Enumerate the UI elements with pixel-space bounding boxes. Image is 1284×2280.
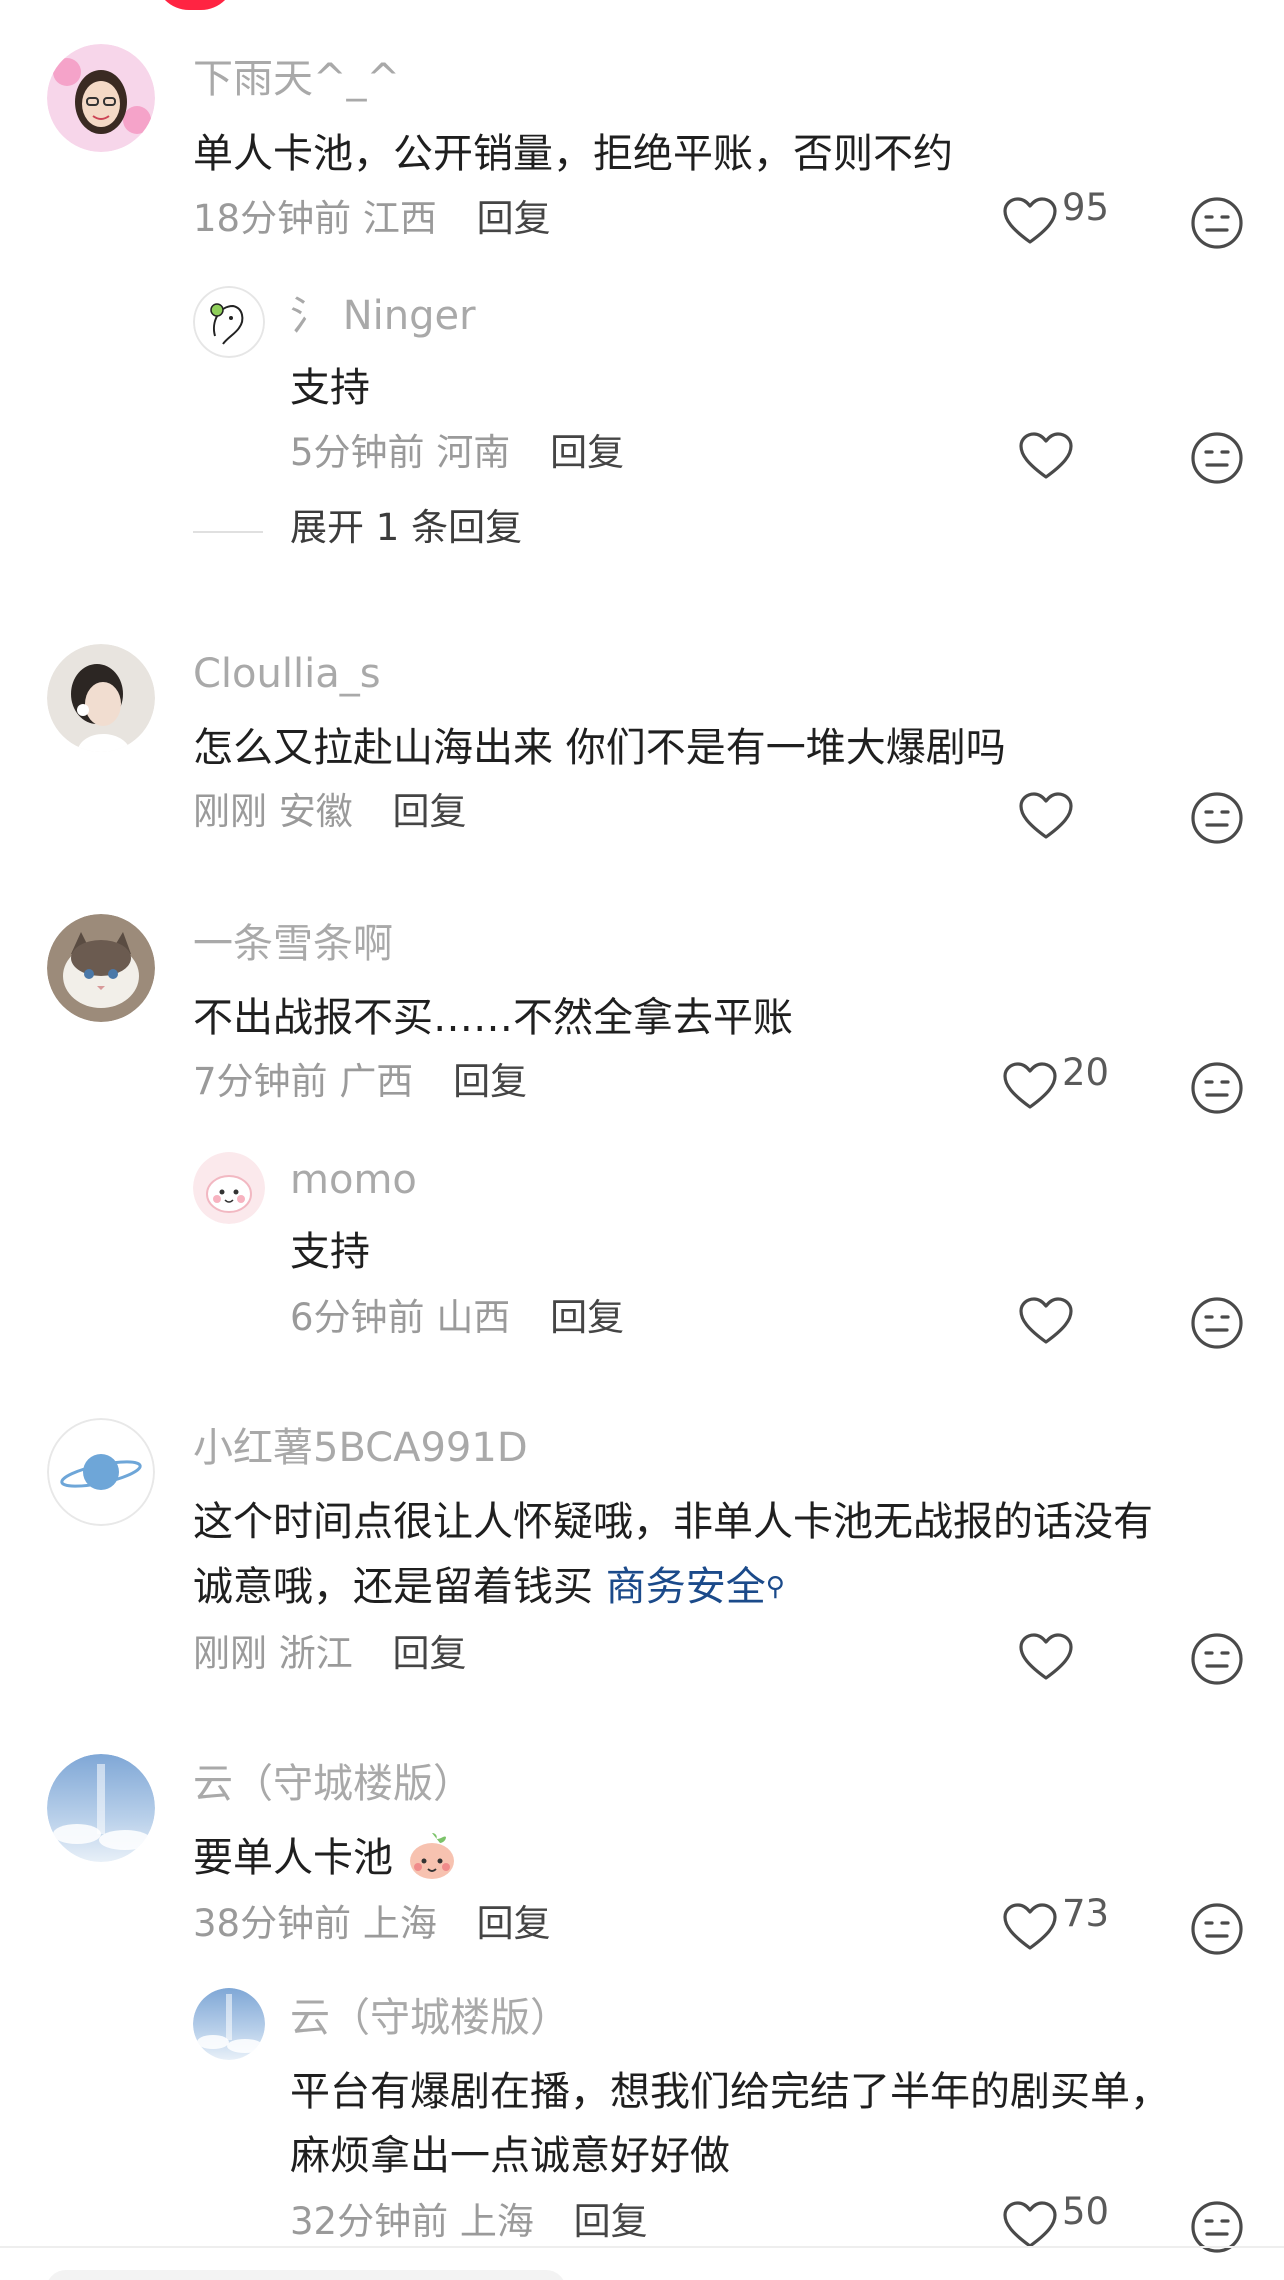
heart-icon	[1003, 2201, 1057, 2248]
comment-text: 怎么又拉赴山海出来 你们不是有一堆大爆剧吗	[193, 725, 1006, 771]
reply-location: 上海	[459, 2200, 534, 2243]
heart-icon	[1019, 1297, 1073, 1344]
reply-button[interactable]: 回复	[393, 1632, 467, 1675]
comment-location: 安徽	[278, 790, 353, 833]
reply-text: 支持	[290, 365, 370, 411]
bottom-bar-divider	[0, 2246, 1284, 2248]
heart-icon	[1019, 432, 1073, 479]
comment-text: 不出战报不买……不然全拿去平账	[193, 995, 793, 1041]
comment-text: 这个时间点很让人怀疑哦，非单人卡池无战报的话没有	[193, 1499, 1153, 1545]
comment-meta: 38分钟前 上海 回复	[193, 1900, 551, 1948]
reply-meta: 5分钟前 河南 回复	[290, 429, 624, 477]
comment-meta: 7分钟前 广西 回复	[193, 1058, 527, 1106]
comment-time: 刚刚	[193, 790, 267, 833]
avatar[interactable]	[47, 644, 155, 752]
like-button[interactable]	[1018, 431, 1074, 481]
neutral-face-icon[interactable]	[1190, 1296, 1244, 1350]
comment-location: 浙江	[278, 1632, 353, 1675]
reply-button[interactable]: 回复	[477, 1902, 551, 1945]
neutral-face-icon[interactable]	[1190, 1061, 1244, 1115]
comment-username[interactable]: 下雨天^_^	[193, 55, 400, 103]
like-count: 20	[1062, 1051, 1110, 1094]
like-button[interactable]: 73	[1002, 1894, 1109, 1952]
topic-link-label[interactable]: 商务安全	[606, 1564, 766, 1610]
avatar[interactable]	[47, 914, 155, 1022]
comment-text-line-2: 诚意哦，还是留着钱买 商务安全⚲	[193, 1555, 785, 1619]
comment-username[interactable]: 一条雪条啊	[193, 920, 393, 968]
reply-meta: 32分钟前 上海 回复	[290, 2198, 648, 2246]
comment-time: 7分钟前	[193, 1060, 328, 1103]
heart-icon	[1003, 1062, 1057, 1109]
like-button[interactable]: 20	[1002, 1053, 1109, 1111]
reply-time: 32分钟前	[290, 2200, 449, 2243]
neutral-face-icon[interactable]	[1190, 1902, 1244, 1956]
comment-text: 单人卡池，公开销量，拒绝平账，否则不约	[193, 131, 953, 177]
avatar[interactable]	[47, 44, 155, 152]
comment-list-page: 下雨天^_^ 单人卡池，公开销量，拒绝平账，否则不约 18分钟前 江西 回复 9…	[0, 0, 1284, 2280]
blush-emoji-icon	[406, 1833, 458, 1881]
reply-button[interactable]: 回复	[550, 1296, 624, 1339]
comment-time: 18分钟前	[193, 197, 352, 240]
reply-button[interactable]: 回复	[574, 2200, 648, 2243]
like-button[interactable]	[1018, 1632, 1074, 1682]
comment-input-bar[interactable]	[46, 2270, 566, 2280]
like-count: 50	[1062, 2190, 1110, 2233]
reply-button[interactable]: 回复	[550, 431, 624, 474]
search-icon: ⚲	[765, 1572, 785, 1602]
heart-icon	[1019, 1633, 1073, 1680]
comment-meta: 刚刚 安徽 回复	[193, 788, 467, 836]
topic-link[interactable]: 商务安全⚲	[606, 1564, 785, 1610]
reply-username[interactable]: 氵 Ninger	[290, 292, 476, 340]
comment-username[interactable]: 小红薯5BCA991D	[193, 1424, 528, 1472]
like-button[interactable]: 50	[1002, 2192, 1109, 2250]
reply-button[interactable]: 回复	[393, 790, 467, 833]
like-button[interactable]	[1018, 1296, 1074, 1346]
comment-text-part: 诚意哦，还是留着钱买	[193, 1564, 593, 1610]
reply-button[interactable]: 回复	[453, 1060, 527, 1103]
comment-location: 广西	[339, 1060, 414, 1103]
like-count: 95	[1062, 186, 1110, 229]
like-button[interactable]	[1018, 791, 1074, 841]
reply-meta: 6分钟前 山西 回复	[290, 1294, 624, 1342]
neutral-face-icon[interactable]	[1190, 791, 1244, 845]
like-count: 73	[1062, 1892, 1110, 1935]
reply-text: 支持	[290, 1229, 370, 1275]
reply-location: 河南	[436, 431, 511, 474]
comment-time: 刚刚	[193, 1632, 267, 1675]
heart-icon	[1003, 197, 1057, 244]
neutral-face-icon[interactable]	[1190, 431, 1244, 485]
avatar[interactable]	[193, 286, 265, 358]
comment-location: 江西	[362, 197, 437, 240]
reply-button[interactable]: 回复	[477, 197, 551, 240]
avatar[interactable]	[47, 1418, 155, 1526]
heart-icon	[1003, 1903, 1057, 1950]
reply-username[interactable]: 云（守城楼版）	[290, 1994, 570, 2042]
reply-location: 山西	[436, 1296, 511, 1339]
reply-username[interactable]: momo	[290, 1156, 417, 1204]
expand-replies-button[interactable]: 展开 1 条回复	[290, 504, 522, 552]
comment-time: 38分钟前	[193, 1902, 352, 1945]
top-accent-shape	[155, 0, 235, 10]
reply-time: 5分钟前	[290, 431, 425, 474]
comment-text: 要单人卡池	[193, 1835, 393, 1881]
reply-time: 6分钟前	[290, 1296, 425, 1339]
comment-username[interactable]: Cloullia_s	[193, 650, 381, 698]
avatar[interactable]	[193, 1988, 265, 2060]
comment-meta: 刚刚 浙江 回复	[193, 1630, 467, 1678]
comment-username[interactable]: 云（守城楼版）	[193, 1760, 473, 1808]
reply-text: 平台有爆剧在播，想我们给完结了半年的剧买单，	[290, 2069, 1170, 2115]
comment-location: 上海	[362, 1902, 437, 1945]
comment-text-line: 要单人卡池	[193, 1826, 458, 1890]
heart-icon	[1019, 792, 1073, 839]
expand-divider	[193, 531, 263, 533]
comment-meta: 18分钟前 江西 回复	[193, 195, 551, 243]
avatar[interactable]	[193, 1152, 265, 1224]
neutral-face-icon[interactable]	[1190, 196, 1244, 250]
avatar[interactable]	[47, 1754, 155, 1862]
like-button[interactable]: 95	[1002, 188, 1109, 246]
neutral-face-icon[interactable]	[1190, 1632, 1244, 1686]
reply-text-line-2: 麻烦拿出一点诚意好好做	[290, 2133, 730, 2179]
